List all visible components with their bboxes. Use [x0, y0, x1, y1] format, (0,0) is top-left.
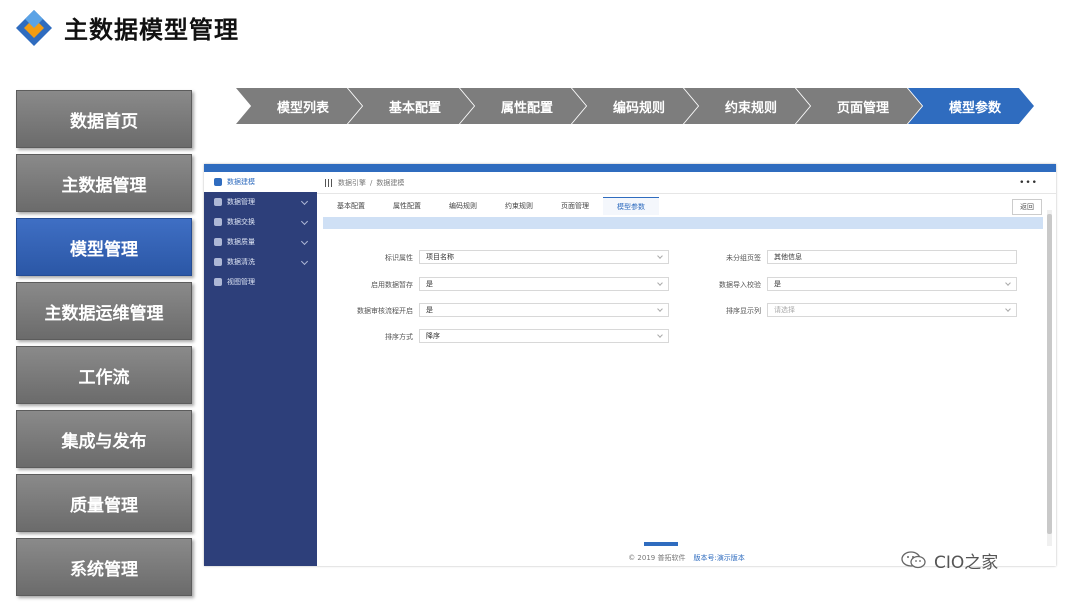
select-field[interactable]: 降序	[419, 329, 669, 343]
sidebar-item-label: 数据管理	[227, 198, 255, 206]
select-field[interactable]: 请选择	[767, 303, 1017, 317]
chevron-down-icon	[300, 197, 309, 206]
exchange-icon	[214, 218, 222, 226]
gear-icon	[214, 198, 222, 206]
left-menu-item[interactable]: 工作流	[16, 346, 192, 404]
field-value: 其他信息	[774, 253, 802, 261]
step-item[interactable]: 编码规则	[572, 88, 698, 124]
left-menu-item[interactable]: 模型管理	[16, 218, 192, 276]
quality-icon	[214, 238, 222, 246]
left-menu-item[interactable]: 系统管理	[16, 538, 192, 596]
sidebar-item-label: 数据交换	[227, 218, 255, 226]
horizontal-scrollbar-thumb[interactable]	[644, 542, 678, 546]
user-icon	[214, 178, 222, 186]
sidebar-item[interactable]: 数据管理	[204, 192, 317, 212]
breadcrumb-current: 数据建模	[376, 178, 405, 187]
tab-item[interactable]: 模型参数	[603, 197, 659, 215]
app-window: 数据建模数据管理数据交换数据质量数据清洗视图管理 数据引擎 / 数据建模 •••…	[204, 164, 1056, 566]
select-value: 是	[426, 280, 433, 288]
form-label: 未分组页签	[726, 254, 761, 262]
left-menu-item[interactable]: 集成与发布	[16, 410, 192, 468]
copyright: © 2019 普拓软件	[628, 554, 686, 562]
page-title: 主数据模型管理	[64, 16, 239, 44]
title-bar: 主数据模型管理	[0, 0, 1080, 54]
step-item[interactable]: 约束规则	[684, 88, 810, 124]
step-nav: 模型列表 基本配置 属性配置 编码规则 约束规则 页面管理 模型参数	[236, 88, 1036, 124]
diamond-logo-icon	[16, 10, 52, 46]
select-field[interactable]: 是	[767, 277, 1017, 291]
watermark: CIO之家	[900, 548, 999, 573]
back-button[interactable]: 返回	[1012, 199, 1042, 215]
slide: 主数据模型管理 数据首页主数据管理模型管理主数据运维管理 工作流集成与发布质量管理…	[0, 0, 1080, 607]
sidebar-item-label: 视图管理	[227, 278, 255, 286]
menu-toggle-icon[interactable]	[325, 178, 332, 187]
form-label: 排序显示列	[726, 307, 761, 315]
view-icon	[214, 278, 222, 286]
left-menu: 数据首页主数据管理模型管理主数据运维管理 工作流集成与发布质量管理系统管理	[16, 90, 192, 602]
form-label: 标识属性	[385, 254, 413, 262]
form-label: 启用数据暂存	[371, 281, 413, 289]
sidebar-item-label: 数据建模	[227, 178, 255, 186]
info-strip	[323, 217, 1043, 229]
select-field[interactable]: 是	[419, 303, 669, 317]
left-menu-item[interactable]: 主数据运维管理	[16, 282, 192, 340]
select-value: 降序	[426, 332, 440, 340]
select-value: 是	[426, 306, 433, 314]
tab-item[interactable]: 页面管理	[547, 197, 603, 215]
sidebar-item[interactable]: 数据建模	[204, 172, 317, 192]
left-menu-item[interactable]: 质量管理	[16, 474, 192, 532]
left-menu-item[interactable]: 数据首页	[16, 90, 192, 148]
form-label: 数据审核流程开启	[357, 307, 413, 315]
sidebar-item[interactable]: 数据质量	[204, 232, 317, 252]
left-menu-item[interactable]: 主数据管理	[16, 154, 192, 212]
vertical-scrollbar-thumb[interactable]	[1047, 214, 1052, 534]
step-item[interactable]: 页面管理	[796, 88, 922, 124]
more-icon[interactable]: •••	[1019, 178, 1038, 188]
content-area: 数据引擎 / 数据建模 ••• 基本配置 属性配置 编码规则 约束规则 页面管理 模型参数…	[317, 172, 1056, 566]
form-label: 数据导入校验	[719, 281, 761, 289]
app-sidebar: 数据建模数据管理数据交换数据质量数据清洗视图管理	[204, 172, 317, 566]
tab-item[interactable]: 约束规则	[491, 197, 547, 215]
app-topbar	[204, 164, 1056, 172]
clean-icon	[214, 258, 222, 266]
text-field[interactable]: 其他信息	[767, 250, 1017, 264]
wechat-icon	[901, 551, 926, 569]
sidebar-item[interactable]: 数据清洗	[204, 252, 317, 272]
breadcrumb: 数据引擎 / 数据建模 •••	[317, 172, 1056, 194]
step-item[interactable]: 基本配置	[348, 88, 474, 124]
breadcrumb-separator: /	[370, 178, 373, 187]
chevron-down-icon	[657, 332, 663, 338]
step-item[interactable]: 模型列表	[236, 88, 362, 124]
version-value: 演示版本	[716, 554, 745, 562]
version-label: 版本号:	[693, 554, 717, 562]
sidebar-item[interactable]: 视图管理	[204, 272, 317, 292]
select-field[interactable]: 是	[419, 277, 669, 291]
select-value: 项目名称	[426, 253, 454, 261]
tab-bar: 基本配置 属性配置 编码规则 约束规则 页面管理 模型参数	[323, 197, 659, 215]
tab-item[interactable]: 属性配置	[379, 197, 435, 215]
step-item[interactable]: 属性配置	[460, 88, 586, 124]
tab-item[interactable]: 基本配置	[323, 197, 379, 215]
step-item[interactable]: 模型参数	[908, 88, 1034, 124]
breadcrumb-root[interactable]: 数据引擎	[338, 178, 366, 188]
sidebar-item-label: 数据清洗	[227, 258, 255, 266]
chevron-down-icon	[1005, 280, 1011, 286]
tab-item[interactable]: 编码规则	[435, 197, 491, 215]
watermark-text: CIO之家	[934, 552, 999, 573]
form-label: 排序方式	[385, 333, 413, 341]
chevron-down-icon	[300, 217, 309, 226]
select-field[interactable]: 项目名称	[419, 250, 669, 264]
field-value: 请选择	[774, 306, 795, 314]
sidebar-item[interactable]: 数据交换	[204, 212, 317, 232]
field-value: 是	[774, 280, 781, 288]
chevron-down-icon	[300, 237, 309, 246]
sidebar-item-label: 数据质量	[227, 238, 255, 246]
chevron-down-icon	[1005, 306, 1011, 312]
